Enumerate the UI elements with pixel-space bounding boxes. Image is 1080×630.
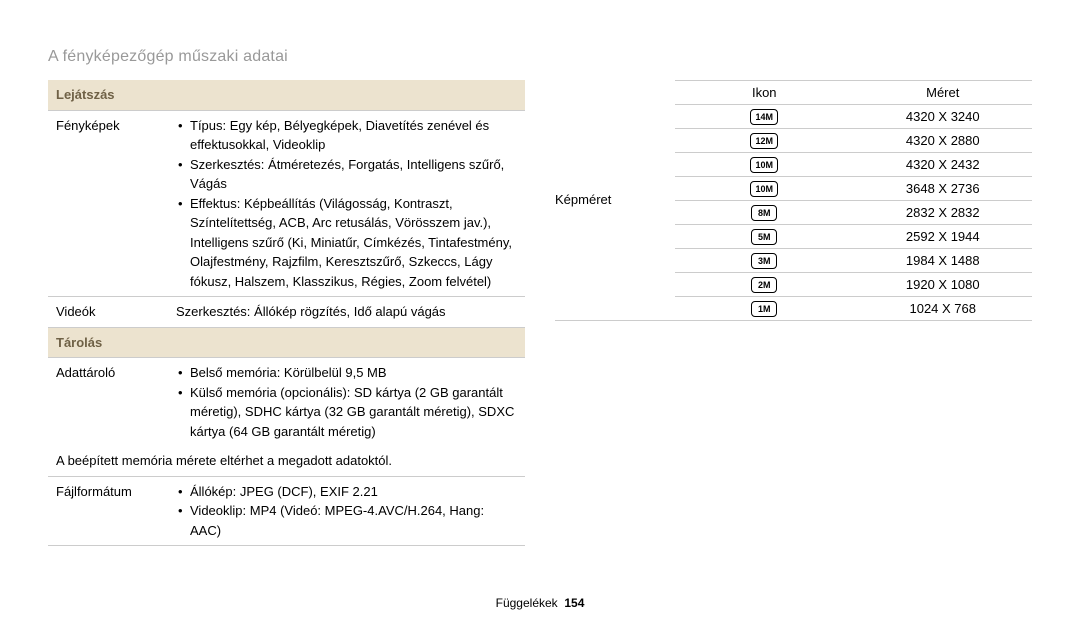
storage-value: Belső memória: Körülbelül 9,5 MB Külső m…	[168, 358, 525, 447]
mp-icon: 5M	[751, 229, 777, 245]
format-label: Fájlformátum	[48, 476, 168, 546]
size-icon-cell: 10M	[675, 153, 854, 177]
size-val-cell: 4320 X 2880	[854, 129, 1033, 153]
spec-table-left: Lejátszás Fényképek Típus: Egy kép, Bély…	[48, 80, 525, 546]
content-columns: Lejátszás Fényképek Típus: Egy kép, Bély…	[0, 76, 1080, 546]
mp-icon: 12M	[750, 133, 778, 149]
footer-page-number: 154	[564, 596, 584, 610]
mp-icon: 10M	[750, 157, 778, 173]
format-bullet: Videoklip: MP4 (Videó: MPEG-4.AVC/H.264,…	[176, 501, 517, 540]
footer-label: Függelékek	[496, 596, 558, 610]
size-icon-cell: 1M	[675, 297, 854, 321]
page-title: A fényképezőgép műszaki adatai	[0, 0, 1080, 76]
mp-icon: 10M	[750, 181, 778, 197]
size-val-cell: 2592 X 1944	[854, 225, 1033, 249]
size-val-cell: 2832 X 2832	[854, 201, 1033, 225]
storage-label: Adattároló	[48, 358, 168, 447]
size-icon-cell: 5M	[675, 225, 854, 249]
mp-icon: 1M	[751, 301, 777, 317]
photos-bullet: Effektus: Képbeállítás (Világosság, Kont…	[176, 194, 517, 292]
size-val-cell: 4320 X 3240	[854, 105, 1033, 129]
size-icon-cell: 14M	[675, 105, 854, 129]
photos-bullet: Szerkesztés: Átméretezés, Forgatás, Inte…	[176, 155, 517, 194]
left-column: Lejátszás Fényképek Típus: Egy kép, Bély…	[48, 80, 525, 546]
storage-bullet: Külső memória (opcionális): SD kártya (2…	[176, 383, 517, 442]
format-bullet: Állókép: JPEG (DCF), EXIF 2.21	[176, 482, 517, 502]
size-th-icon: Ikon	[675, 81, 854, 105]
image-size-label: Képméret	[555, 80, 675, 321]
size-icon-cell: 12M	[675, 129, 854, 153]
size-icon-cell: 10M	[675, 177, 854, 201]
mp-icon: 14M	[750, 109, 778, 125]
size-val-cell: 4320 X 2432	[854, 153, 1033, 177]
videos-label: Videók	[48, 297, 168, 328]
mp-icon: 8M	[751, 205, 777, 221]
size-val-cell: 3648 X 2736	[854, 177, 1033, 201]
photos-bullet: Típus: Egy kép, Bélyegképek, Diavetítés …	[176, 116, 517, 155]
format-value: Állókép: JPEG (DCF), EXIF 2.21 Videoklip…	[168, 476, 525, 546]
size-th-size: Méret	[854, 81, 1033, 105]
size-val-cell: 1984 X 1488	[854, 249, 1033, 273]
size-table: Ikon Méret 14M 4320 X 3240 12M 4320 X 2880…	[675, 80, 1032, 321]
mp-icon: 3M	[751, 253, 777, 269]
size-icon-cell: 3M	[675, 249, 854, 273]
storage-footnote: A beépített memória mérete eltérhet a me…	[48, 446, 525, 476]
section-playback-header: Lejátszás	[48, 80, 525, 110]
section-storage-header: Tárolás	[48, 327, 525, 358]
photos-value: Típus: Egy kép, Bélyegképek, Diavetítés …	[168, 110, 525, 297]
videos-value: Szerkesztés: Állókép rögzítés, Idő alapú…	[168, 297, 525, 328]
size-val-cell: 1024 X 768	[854, 297, 1033, 321]
mp-icon: 2M	[751, 277, 777, 293]
size-icon-cell: 2M	[675, 273, 854, 297]
size-val-cell: 1920 X 1080	[854, 273, 1033, 297]
right-column: Képméret Ikon Méret 14M 4320 X 3240 12M 43…	[555, 80, 1032, 546]
photos-label: Fényképek	[48, 110, 168, 297]
storage-bullet: Belső memória: Körülbelül 9,5 MB	[176, 363, 517, 383]
page-footer: Függelékek 154	[0, 596, 1080, 610]
size-icon-cell: 8M	[675, 201, 854, 225]
